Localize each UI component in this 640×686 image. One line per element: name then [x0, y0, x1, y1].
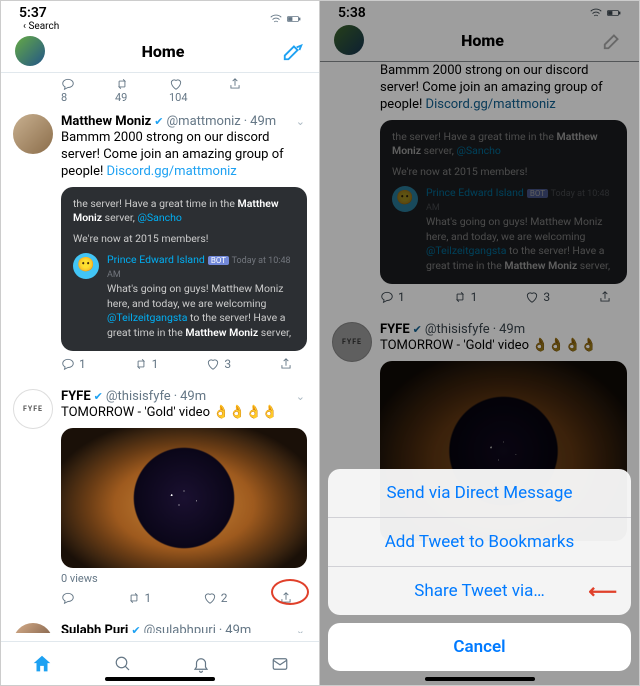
back-link[interactable]: ‹ Search [19, 21, 59, 32]
author-handle[interactable]: @mattmoniz [167, 114, 241, 129]
annotation-arrow: ⟵ [588, 579, 617, 603]
tweet-time: 49m [250, 114, 276, 129]
link[interactable]: Discord.gg/mattmoniz [107, 164, 237, 179]
chevron-down-icon[interactable]: ⌄ [296, 390, 305, 403]
tweet-media[interactable] [61, 428, 307, 568]
tab-messages[interactable] [271, 655, 289, 673]
discord-embed: the server! Have a great time in the Mat… [61, 187, 307, 351]
author-name[interactable]: Sulabh Puri [61, 623, 128, 633]
home-indicator[interactable] [425, 677, 535, 681]
tweet-moniz[interactable]: Matthew Moniz ✔ @mattmoniz · 49m ⌄ Bammm… [1, 106, 319, 381]
phone-right: 5:38 Home Bammm 2000 strong on our disco… [320, 1, 639, 685]
status-time: 5:37 [19, 5, 59, 21]
avatar[interactable]: FYFE [13, 389, 53, 429]
status-bar: 5:37 ‹ Search [1, 1, 319, 32]
like-button[interactable]: 3 [206, 357, 231, 371]
tab-search[interactable] [114, 655, 132, 673]
verified-icon: ✔ [154, 115, 163, 128]
avatar[interactable] [13, 623, 53, 633]
tweet-text: Bammm 2000 strong on our discord server!… [61, 130, 307, 181]
action-sheet: Send via Direct Message Add Tweet to Boo… [328, 469, 631, 671]
bot-avatar: 😶 [73, 253, 99, 279]
tweet-actions: 1 1 3 [61, 351, 301, 377]
share-icon[interactable] [228, 77, 242, 104]
home-indicator[interactable] [105, 677, 215, 681]
author-handle[interactable]: @thisisfyfe [106, 389, 171, 404]
sheet-cancel[interactable]: Cancel [328, 623, 631, 671]
reply-button[interactable] [61, 591, 75, 605]
feed[interactable]: 8 49 104 Matthew Moniz ✔ @mattmoniz · 49… [1, 73, 319, 633]
battery-icon [287, 12, 301, 26]
like-button[interactable]: 2 [203, 591, 228, 605]
tweet-time: 49m [225, 623, 251, 633]
author-handle[interactable]: @sulabhpuri [144, 623, 216, 633]
like-count: 104 [169, 77, 188, 104]
annotation-circle [271, 579, 309, 605]
chevron-down-icon[interactable]: ⌄ [296, 115, 305, 128]
tweet-text: TOMORROW - 'Gold' video 👌👌👌👌 [61, 405, 307, 422]
avatar[interactable] [13, 114, 53, 154]
sheet-add-bookmark[interactable]: Add Tweet to Bookmarks [328, 518, 631, 567]
tweet-actions: 1 2 [61, 585, 301, 611]
page-title: Home [142, 42, 185, 61]
tab-notifications[interactable] [192, 655, 210, 673]
sheet-share-via[interactable]: Share Tweet via… ⟵ [328, 567, 631, 615]
phone-left: 5:37 ‹ Search Home 8 49 104 Matthew Moni… [1, 1, 320, 685]
navbar: Home [1, 32, 319, 73]
verified-icon: ✔ [94, 390, 103, 403]
tab-home[interactable] [31, 653, 53, 675]
wifi-icon [269, 12, 283, 26]
verified-icon: ✔ [131, 624, 140, 633]
tweet-time: 49m [180, 389, 206, 404]
reply-button[interactable]: 1 [61, 357, 86, 371]
reply-count: 8 [61, 77, 75, 104]
retweet-count: 49 [115, 77, 129, 104]
prev-tweet-actions: 8 49 104 [1, 73, 319, 106]
share-button[interactable] [279, 357, 293, 371]
retweet-button[interactable]: 1 [134, 357, 159, 371]
profile-avatar[interactable] [15, 36, 45, 66]
author-name[interactable]: FYFE [61, 389, 91, 404]
author-name[interactable]: Matthew Moniz [61, 114, 151, 129]
retweet-button[interactable]: 1 [127, 591, 152, 605]
chevron-down-icon[interactable]: ⌄ [296, 624, 305, 633]
tweet-fyfe[interactable]: FYFE FYFE ✔ @thisisfyfe · 49m ⌄ TOMORROW… [1, 381, 319, 615]
compose-button[interactable] [281, 40, 305, 62]
sheet-send-dm[interactable]: Send via Direct Message [328, 469, 631, 518]
view-count: 0 views [61, 572, 307, 585]
tweet-puri[interactable]: Sulabh Puri ✔ @sulabhpuri · 49m ⌄ This i… [1, 615, 319, 633]
